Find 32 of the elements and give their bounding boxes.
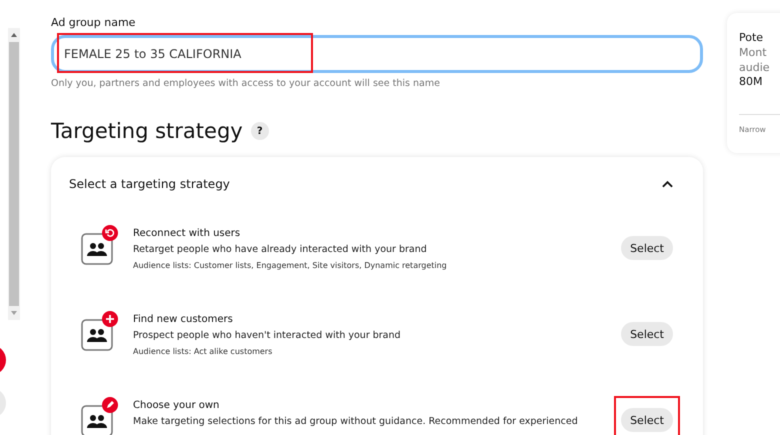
scroll-up-icon[interactable]	[10, 32, 18, 38]
people-icon	[81, 319, 113, 351]
field-label: Ad group name	[51, 16, 136, 29]
scrollbar-thumb[interactable]	[9, 42, 19, 306]
card-title: Pote	[739, 31, 764, 44]
card-label: Mont	[739, 46, 768, 59]
chevron-up-icon[interactable]	[662, 180, 673, 188]
strategy-title: Find new customers	[133, 314, 234, 325]
select-button[interactable]: Select	[621, 322, 673, 346]
strategy-title: Reconnect with users	[133, 228, 242, 239]
audience-lists: Audience lists: Customer lists, Engagement, Site visitors, Dynamic retargeting	[133, 261, 622, 270]
select-button[interactable]: Select	[621, 236, 673, 260]
audience-size: 80M	[739, 75, 764, 88]
people-icon	[81, 405, 113, 435]
audience-lists: Audience lists: Act alike customers	[133, 347, 622, 356]
scrollbar[interactable]	[8, 28, 20, 320]
panel-title: Select a targeting strategy	[69, 177, 230, 191]
section-title: Targeting strategy	[51, 119, 243, 143]
plus-icon	[102, 311, 118, 327]
strategy-title: Choose your own	[133, 400, 220, 411]
help-button[interactable]: ?	[250, 122, 269, 140]
people-icon	[81, 233, 113, 265]
strategy-description: Prospect people who haven't interacted with your brand	[133, 330, 402, 341]
strategy-description: Retarget people who have already interacted with your brand	[133, 244, 428, 255]
card-label: audie	[739, 61, 771, 74]
select-button[interactable]: Select	[621, 408, 673, 432]
scroll-down-icon[interactable]	[10, 310, 18, 316]
ad-group-name-field[interactable]: FEMALE 25 to 35 CALIFORNIA	[51, 35, 703, 73]
strategy-description: Make targeting selections for this ad group without guidance. Recommended for experienced	[133, 416, 579, 427]
undo-icon	[102, 225, 118, 241]
field-hint: Only you, partners and employees with access to your account will see this name	[51, 78, 441, 89]
pencil-icon	[102, 397, 118, 413]
